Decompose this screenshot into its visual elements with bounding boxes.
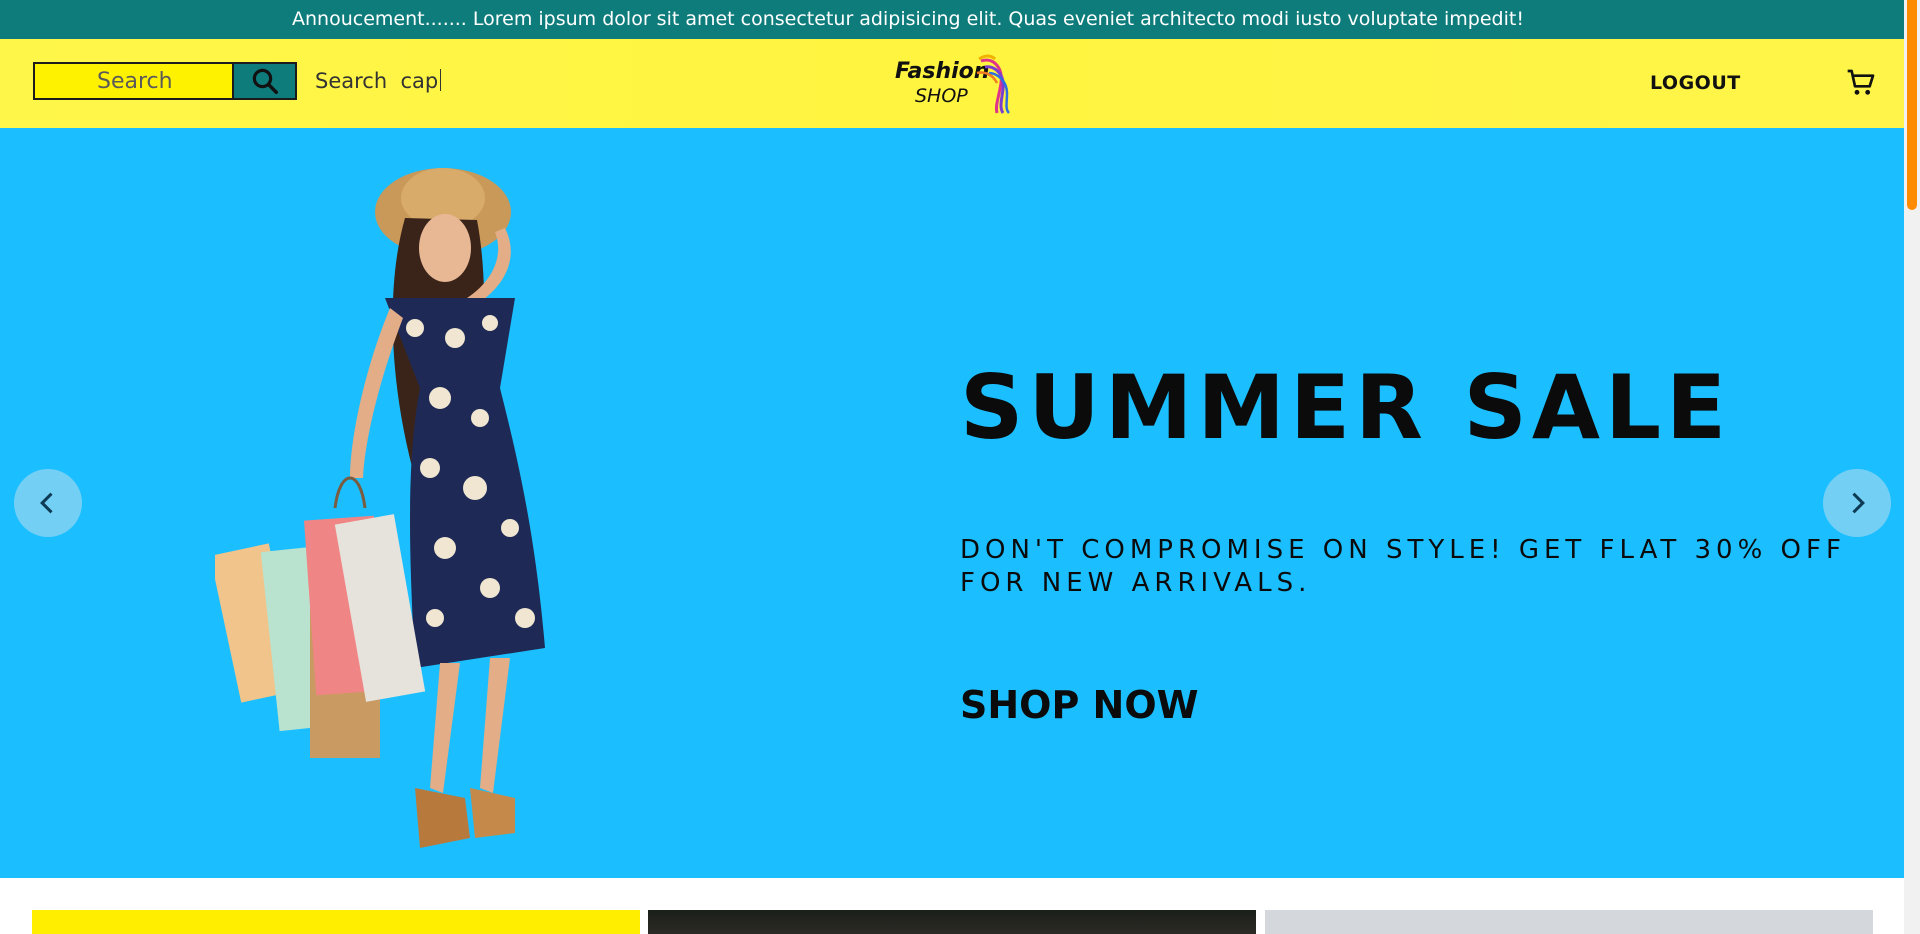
search-query-value: Search cap: [315, 69, 439, 93]
hero-subtitle: DON'T COMPROMISE ON STYLE! GET FLAT 30% …: [960, 535, 1846, 598]
hero-title: SUMMER SALE: [960, 356, 1732, 459]
category-card[interactable]: [32, 910, 640, 934]
logo-text-bottom: SHOP: [915, 85, 968, 107]
scrollbar-thumb[interactable]: [1907, 0, 1917, 210]
search-box: [33, 62, 297, 100]
search-input[interactable]: [35, 64, 232, 98]
logout-link[interactable]: LOGOUT: [1650, 72, 1741, 94]
category-cards: [0, 910, 1904, 934]
fashion-shop-logo[interactable]: Fashion SHOP: [893, 53, 1013, 114]
chevron-left-icon: [40, 492, 53, 514]
announcement-bar: Annoucement....... Lorem ipsum dolor sit…: [0, 0, 1904, 39]
hero-slider: SUMMER SALE DON'T COMPROMISE ON STYLE! G…: [0, 128, 1904, 878]
slider-next-button[interactable]: [1823, 469, 1891, 537]
page-scrollbar[interactable]: [1904, 0, 1920, 934]
search-icon: [252, 68, 278, 94]
search-button[interactable]: [232, 64, 295, 98]
category-card[interactable]: [1265, 910, 1873, 934]
chevron-right-icon: [1852, 492, 1865, 514]
woman-with-shopping-bags-image: [215, 168, 545, 848]
cart-button[interactable]: [1845, 67, 1877, 103]
slider-prev-button[interactable]: [14, 469, 82, 537]
cart-icon: [1847, 69, 1875, 95]
text-caret: [440, 69, 442, 91]
shop-now-button[interactable]: SHOP NOW: [960, 683, 1199, 727]
navbar: Search cap Fashion SHOP LOGOUT: [0, 39, 1904, 128]
bird-logo-icon: [976, 54, 1010, 114]
search-query-text: Search cap: [315, 69, 442, 93]
announcement-text: Annoucement....... Lorem ipsum dolor sit…: [292, 8, 1524, 30]
category-card[interactable]: [648, 910, 1256, 934]
